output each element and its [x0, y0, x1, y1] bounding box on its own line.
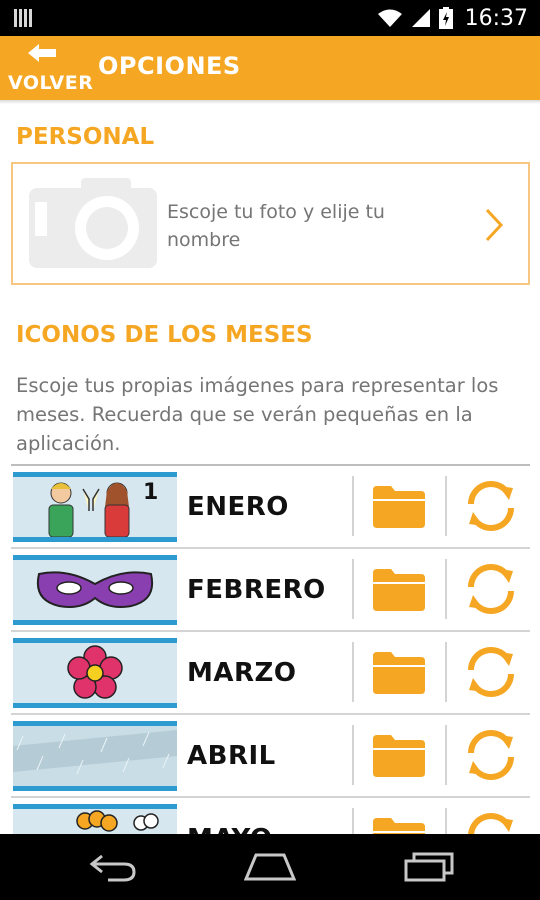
divider	[445, 725, 447, 785]
wifi-icon	[377, 9, 402, 27]
month-row-abril: ABRIL	[11, 713, 530, 796]
month-name: FEBRERO	[187, 575, 326, 605]
month-row-enero: 1 ENERO	[11, 464, 530, 547]
divider	[352, 559, 354, 619]
month-image-abril[interactable]	[13, 721, 177, 791]
folder-icon[interactable]	[373, 569, 425, 611]
month-name: ENERO	[187, 492, 289, 522]
flower-icon	[67, 645, 123, 699]
clock: 16:37	[464, 5, 528, 31]
carnival-mask-icon	[37, 571, 153, 608]
month-list: 1 ENERO FEBRERO MARZO ABRIL	[11, 464, 530, 879]
back-button[interactable]: VOLVER	[4, 36, 94, 100]
month-thumb-number: 1	[143, 480, 158, 505]
refresh-icon[interactable]	[463, 644, 519, 700]
refresh-icon[interactable]	[463, 561, 519, 617]
divider	[445, 559, 447, 619]
home-nav-icon[interactable]	[244, 852, 296, 882]
camera-icon	[29, 178, 157, 268]
toast-couple-icon: 1	[48, 480, 158, 537]
divider	[352, 642, 354, 702]
refresh-icon[interactable]	[463, 478, 519, 534]
back-label: VOLVER	[8, 72, 94, 94]
personal-card-text: Escoje tu foto y elije tu nombre	[167, 201, 385, 251]
status-icons: 16:37	[377, 0, 528, 36]
month-image-enero[interactable]: 1	[13, 472, 177, 542]
chevron-right-icon	[485, 208, 504, 242]
app-bar: VOLVER OPCIONES	[0, 36, 540, 100]
back-nav-icon[interactable]	[88, 852, 138, 882]
divider	[445, 642, 447, 702]
personal-profile-card[interactable]: Escoje tu foto y elije tu nombre	[11, 162, 530, 285]
recents-nav-icon[interactable]	[404, 852, 454, 882]
page-title: OPCIONES	[98, 52, 241, 80]
month-image-febrero[interactable]	[13, 555, 177, 625]
month-name: MARZO	[187, 658, 297, 688]
months-section-title: ICONOS DE LOS MESES	[16, 322, 313, 348]
arrow-left-icon	[28, 44, 56, 62]
rain-icon	[13, 730, 177, 775]
folder-icon[interactable]	[373, 735, 425, 777]
refresh-icon[interactable]	[463, 727, 519, 783]
month-row-febrero: FEBRERO	[11, 547, 530, 630]
battery-charging-icon	[438, 7, 453, 29]
month-image-marzo[interactable]	[13, 638, 177, 708]
divider	[445, 476, 447, 536]
months-description: Escoje tus propias imágenes para represe…	[16, 374, 499, 455]
navigation-bar	[0, 834, 540, 900]
cell-signal-icon	[411, 9, 430, 27]
notification-icon	[14, 9, 32, 27]
divider	[352, 476, 354, 536]
folder-icon[interactable]	[373, 486, 425, 528]
folder-icon[interactable]	[373, 652, 425, 694]
divider	[352, 725, 354, 785]
app-bar-shadow	[0, 100, 540, 104]
month-name: ABRIL	[187, 741, 276, 771]
status-bar: 16:37	[0, 0, 540, 36]
month-row-marzo: MARZO	[11, 630, 530, 713]
personal-section-title: PERSONAL	[16, 124, 155, 150]
